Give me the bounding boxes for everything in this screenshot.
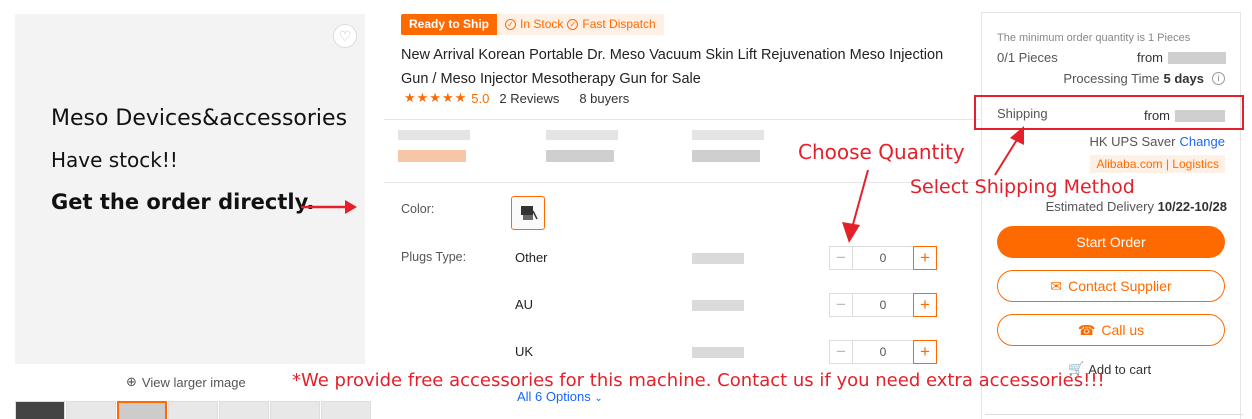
view-larger-label: View larger image (141, 374, 246, 390)
blurred-quantity (398, 130, 470, 140)
info-icon[interactable]: i (1212, 72, 1225, 85)
blurred-price (1168, 51, 1226, 64)
increase-button[interactable]: + (913, 340, 937, 364)
rating-row: ★★★★★ 5.0 2 Reviews 8 buyers (404, 90, 629, 106)
processing-label: Processing Time (1063, 71, 1160, 86)
from-label: from (1144, 108, 1170, 123)
plug-option-name: Other (515, 250, 548, 265)
estimated-delivery: Estimated Delivery 10/22-10/28 (1046, 199, 1227, 214)
view-larger-image-link[interactable]: ⊕ View larger image (126, 374, 246, 390)
promo-line-3: Get the order directly. (51, 190, 315, 214)
thumbnail[interactable] (321, 401, 371, 419)
check-icon: ✓ (505, 19, 517, 30)
arrow-down-icon (842, 169, 869, 243)
chevron-down-icon: ⌄ (594, 393, 603, 404)
blurred-price (692, 150, 760, 162)
price-tier (546, 130, 636, 162)
blurred-quantity (546, 130, 618, 140)
blurred-price (692, 347, 744, 358)
device-thumbnail-icon (521, 206, 538, 220)
thumbnail[interactable] (219, 401, 269, 419)
thumbnail[interactable] (270, 401, 320, 419)
color-option[interactable] (511, 196, 545, 230)
price-tier (692, 130, 782, 162)
carrier-name: HK UPS Saver (1089, 134, 1176, 149)
increase-button[interactable]: + (913, 246, 937, 270)
call-us-button[interactable]: ☎ Call us (997, 314, 1225, 346)
all-options-link[interactable]: All 6 Options ⌄ (517, 389, 603, 404)
blurred-price (398, 150, 466, 162)
start-order-button[interactable]: Start Order (997, 226, 1225, 258)
quantity-stepper: − 0 + (829, 246, 937, 270)
divider (985, 414, 1243, 415)
phone-icon: ☎ (1077, 321, 1096, 338)
decrease-button[interactable]: − (829, 293, 853, 317)
blurred-price (546, 150, 614, 162)
increase-button[interactable]: + (913, 293, 937, 317)
select-shipping-annotation: Select Shipping Method (910, 176, 1135, 198)
plug-option-name: AU (515, 297, 534, 312)
from-label: from (1137, 50, 1163, 65)
processing-time: Processing Time 5 days i (1063, 71, 1225, 86)
blurred-price (692, 300, 744, 311)
promo-line-1: Meso Devices&accessories (51, 106, 348, 131)
logistics-badge: Alibaba.com | Logistics (1090, 155, 1225, 173)
delivery-label: Estimated Delivery (1045, 199, 1154, 214)
blurred-quantity (692, 130, 764, 140)
arrow-right-icon (301, 200, 357, 214)
plugs-type-label: Plugs Type: (401, 250, 467, 264)
plug-option-name: UK (515, 344, 534, 359)
quantity-input[interactable]: 0 (853, 246, 913, 270)
shipping-label: Shipping (997, 106, 1048, 121)
choose-quantity-annotation: Choose Quantity (798, 140, 965, 164)
quantity-stepper: − 0 + (829, 340, 937, 364)
thumbnail-strip (15, 401, 371, 419)
promo-line-2: Have stock!! (51, 148, 178, 172)
buyers-count: 8 buyers (579, 90, 630, 106)
star-rating-icon: ★★★★★ (404, 90, 468, 105)
badge-row: Ready to Ship ✓ In Stock ✓ Fast Dispatch (401, 14, 664, 35)
price-tier (398, 130, 488, 162)
all-options-label: All 6 Options (517, 389, 591, 404)
mail-icon: ✉ (1050, 277, 1063, 294)
rating-value: 5.0 (471, 90, 490, 106)
ready-to-ship-badge: Ready to Ship (401, 14, 498, 35)
processing-value: 5 days (1163, 71, 1204, 86)
thumbnail[interactable] (15, 401, 65, 419)
shipping-carrier: HK UPS Saver Change (1089, 134, 1225, 149)
change-shipping-link[interactable]: Change (1179, 134, 1225, 149)
contact-supplier-label: Contact Supplier (1068, 278, 1172, 294)
reviews-link[interactable]: 2 Reviews (499, 91, 559, 106)
blurred-price (1175, 109, 1225, 122)
total-price: from (1137, 50, 1226, 65)
thumbnail[interactable] (168, 401, 218, 419)
thumbnail-selected[interactable] (117, 401, 167, 419)
color-label: Color: (401, 202, 435, 216)
thumbnail[interactable] (66, 401, 116, 419)
in-stock-label: In Stock (520, 17, 564, 31)
delivery-value: 10/22-10/28 (1157, 199, 1227, 214)
heart-icon[interactable]: ♡ (333, 24, 357, 48)
divider (384, 182, 980, 183)
pieces-count: 0/1 Pieces (997, 50, 1058, 65)
moq-text: The minimum order quantity is 1 Pieces (997, 32, 1191, 44)
quantity-input[interactable]: 0 (853, 340, 913, 364)
zoom-icon: ⊕ (126, 374, 137, 389)
divider (384, 119, 980, 120)
product-title: New Arrival Korean Portable Dr. Meso Vac… (401, 47, 944, 87)
quantity-input[interactable]: 0 (853, 293, 913, 317)
accessories-annotation: *We provide free accessories for this ma… (292, 370, 1105, 391)
shipping-price: from (1144, 108, 1225, 123)
contact-supplier-button[interactable]: ✉ Contact Supplier (997, 270, 1225, 302)
stock-badge: ✓ In Stock ✓ Fast Dispatch (497, 14, 664, 35)
call-us-label: Call us (1101, 322, 1145, 338)
fast-dispatch-label: Fast Dispatch (582, 17, 656, 31)
decrease-button[interactable]: − (829, 340, 853, 364)
decrease-button[interactable]: − (829, 246, 853, 270)
order-panel: The minimum order quantity is 1 Pieces 0… (974, 12, 1244, 419)
quantity-stepper: − 0 + (829, 293, 937, 317)
check-icon: ✓ (567, 19, 579, 30)
blurred-price (692, 253, 744, 264)
product-main-image[interactable]: ♡ Meso Devices&accessories Have stock!! … (15, 14, 365, 364)
